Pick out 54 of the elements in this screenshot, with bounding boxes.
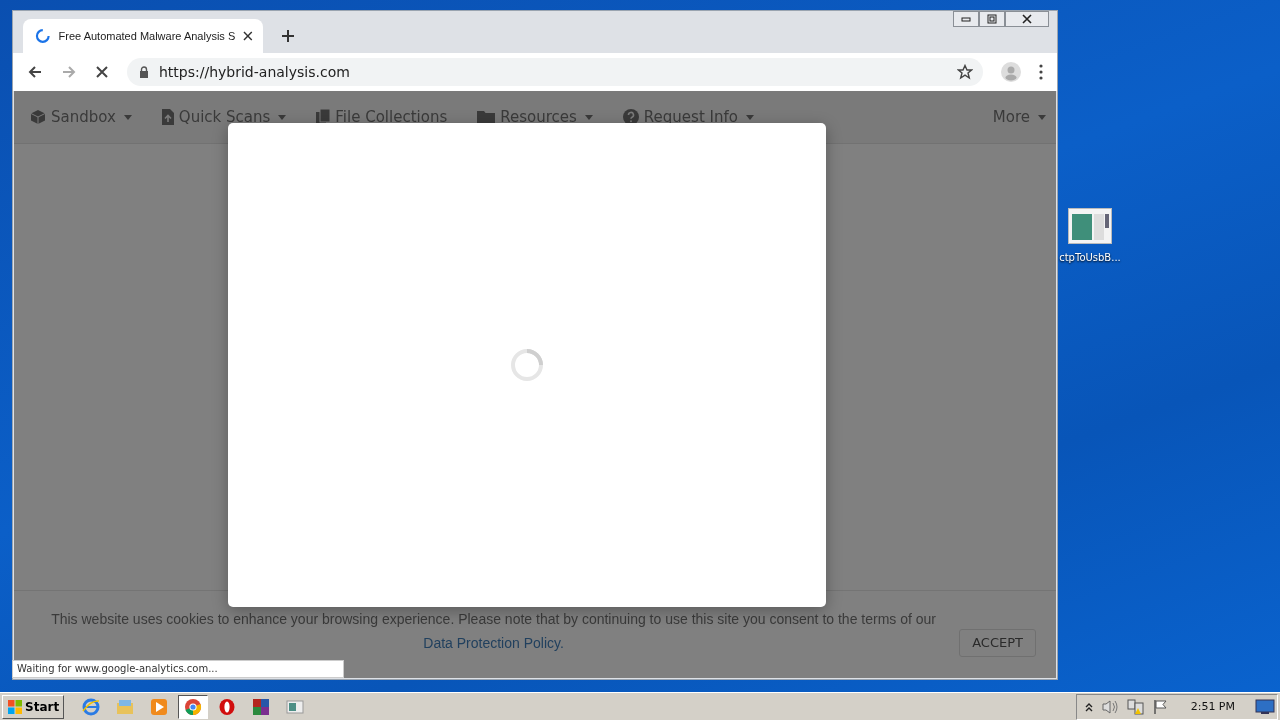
show-desktop-icon[interactable] (1255, 698, 1275, 715)
caret-icon[interactable] (278, 114, 287, 120)
nav-menu-item[interactable]: More (992, 108, 1030, 126)
desktop-icon-label[interactable]: ctpToUsbB... (1059, 252, 1121, 263)
play-icon (150, 697, 169, 716)
close-button[interactable] (1005, 11, 1049, 27)
back-icon[interactable] (27, 64, 43, 80)
cookie-notice: This website uses cookies to enhance your browsing experience. Please note that by continuing to use this site you consent to the terms of our Data Protection Policy. (50, 610, 937, 653)
minimize-icon (961, 16, 971, 22)
archive-icon (252, 697, 271, 716)
tab-title: Free Automated Malware Analysis S (58, 30, 236, 42)
clock-time[interactable]: 2:51 PM (1190, 700, 1235, 713)
minimize-button[interactable] (953, 11, 979, 27)
nav-menu-item[interactable]: Quick Scans (178, 108, 271, 126)
nav-menu-item[interactable]: Request Info (643, 108, 738, 126)
nav-menu-item[interactable]: File Collections (335, 108, 448, 126)
program-window-icon[interactable] (1068, 208, 1112, 244)
start-button[interactable]: Start (2, 694, 65, 719)
status-bubble: Waiting for www.google-analytics.com... (12, 660, 344, 678)
close-icon[interactable] (243, 31, 253, 41)
browser-e-icon (82, 697, 101, 716)
new-tab-icon[interactable] (281, 29, 295, 43)
url-text: https://hybrid-analysis.com (159, 64, 351, 80)
address-bar[interactable]: https://hybrid-analysis.com (127, 58, 983, 86)
lock-icon (139, 66, 149, 78)
caret-icon[interactable] (123, 114, 132, 120)
nav-menu-item[interactable]: Resources (500, 108, 577, 126)
restore-icon (987, 14, 997, 24)
cube-icon (30, 109, 46, 125)
window-icon (286, 697, 305, 716)
policy-link[interactable]: Data Protection Policy. (423, 635, 564, 651)
stop-icon[interactable] (95, 65, 109, 79)
maximize-button[interactable] (979, 11, 1005, 27)
accept-button[interactable]: ACCEPT (959, 629, 1036, 657)
windows-logo-icon (7, 698, 23, 715)
forward-icon[interactable] (61, 64, 77, 80)
chrome-icon (184, 697, 203, 716)
browser-tab[interactable]: Free Automated Malware Analysis S (23, 19, 263, 53)
caret-icon[interactable] (745, 114, 754, 120)
profile-icon[interactable] (1001, 62, 1021, 82)
chevron-up-icon[interactable] (1084, 701, 1093, 712)
caret-icon[interactable] (584, 114, 593, 120)
opera-icon (218, 697, 237, 716)
speaker-icon[interactable] (1100, 698, 1119, 715)
network-icon[interactable] (1126, 698, 1145, 715)
caret-icon[interactable] (1038, 114, 1046, 120)
file-upload-icon (161, 109, 174, 125)
nav-menu-item[interactable]: Sandbox (51, 108, 116, 126)
star-icon[interactable] (957, 64, 973, 80)
taskbar-button[interactable] (178, 694, 209, 719)
close-icon (1022, 14, 1032, 24)
flag-icon[interactable] (1152, 698, 1169, 715)
menu-icon[interactable] (1039, 64, 1043, 80)
folder-icon (116, 697, 135, 716)
